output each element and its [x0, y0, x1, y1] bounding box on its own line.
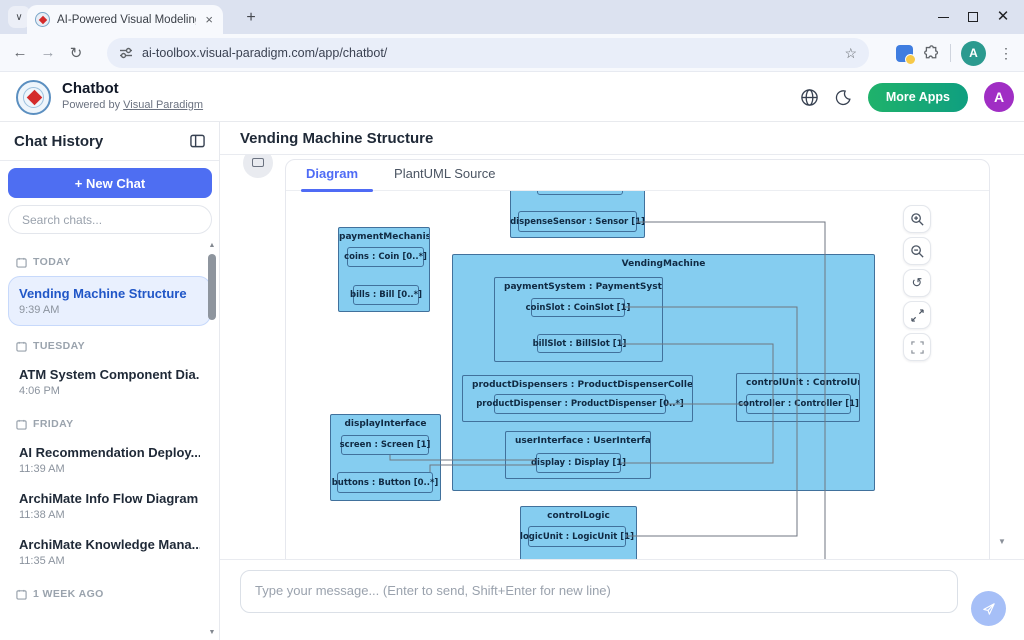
minimize-icon	[938, 17, 949, 18]
uml-title: VendingMachine	[453, 255, 874, 269]
window-minimize-button[interactable]	[928, 3, 958, 31]
user-avatar[interactable]: A	[984, 82, 1014, 112]
scroll-up-icon[interactable]: ▲	[207, 242, 217, 249]
uml-part-controller: controller : Controller [1]	[746, 394, 851, 414]
collapse-sidebar-icon[interactable]	[190, 134, 205, 148]
search-chats-input[interactable]	[8, 205, 212, 234]
sidebar-title: Chat History	[14, 133, 190, 150]
chat-group-label: FRIDAY	[16, 418, 203, 430]
expand-view-button[interactable]	[903, 301, 931, 329]
powered-by-text: Powered by Visual Paradigm	[62, 99, 203, 111]
site-settings-icon	[119, 46, 133, 60]
window-close-button[interactable]: ✕	[988, 3, 1018, 31]
browser-toolbar: ← → ↻ ai-toolbox.visual-paradigm.com/app…	[0, 34, 1024, 72]
dark-mode-moon-icon[interactable]	[835, 89, 852, 106]
maximize-icon	[968, 12, 978, 22]
uml-part-dispensesensor: dispenseSensor : Sensor [1]	[518, 211, 637, 232]
assistant-avatar	[243, 155, 273, 178]
site-favicon-icon	[35, 12, 50, 27]
app-title: Chatbot	[62, 80, 119, 97]
main-area: Vending Machine Structure Diagram PlantU…	[220, 122, 1024, 640]
sidebar-scrollbar[interactable]: ▲ ▼	[207, 242, 217, 636]
chat-message-area: Diagram PlantUML Source dispenseSensor :…	[220, 155, 1024, 559]
message-composer	[220, 559, 1024, 639]
toolbar-separator	[950, 44, 951, 62]
diagram-canvas[interactable]: dispenseSensor : Sensor [1] paymentMecha…	[286, 191, 989, 559]
diagram-panel: Diagram PlantUML Source dispenseSensor :…	[285, 159, 990, 559]
browser-profile-avatar[interactable]: A	[961, 41, 986, 66]
uml-part-buttons: buttons : Button [0..*]	[337, 472, 433, 493]
bot-icon	[252, 158, 264, 167]
language-globe-icon[interactable]	[800, 88, 819, 107]
powered-by-prefix: Powered by	[62, 99, 123, 111]
tab-plantuml-source[interactable]: PlantUML Source	[394, 166, 495, 181]
new-tab-button[interactable]: +	[240, 7, 262, 29]
diagram-zoom-controls: ↺	[903, 205, 931, 361]
chat-history-item[interactable]: ArchiMate Info Flow Diagram11:38 AM	[8, 484, 211, 528]
back-icon[interactable]: ←	[6, 44, 34, 61]
chat-history-item[interactable]: ArchiMate Knowledge Mana...11:35 AM	[8, 530, 211, 574]
reload-icon[interactable]: ↻	[62, 44, 90, 62]
uml-title: productDispensers : ProductDispenserColl…	[463, 376, 692, 390]
chat-history-list: TODAY Vending Machine Structure9:39 AM TUE…	[0, 234, 219, 600]
bookmark-star-icon[interactable]: ☆	[844, 45, 857, 62]
tab-diagram[interactable]: Diagram	[306, 166, 358, 181]
chat-history-item[interactable]: Vending Machine Structure9:39 AM	[8, 276, 211, 326]
new-chat-button[interactable]: + New Chat	[8, 168, 212, 198]
extensions-puzzle-icon[interactable]	[923, 45, 940, 62]
scrollbar-thumb[interactable]	[208, 254, 216, 320]
uml-title: controlUnit : ControlUnit [1]	[737, 374, 859, 388]
uml-title: paymentMechanism	[339, 228, 429, 242]
browser-tab[interactable]: AI-Powered Visual Modeling Ch ×	[27, 5, 223, 34]
uml-title: displayInterface	[331, 415, 440, 429]
uml-part-productdispenser: productDispenser : ProductDispenser [0..…	[494, 394, 666, 414]
visual-paradigm-link[interactable]: Visual Paradigm	[123, 99, 203, 111]
paper-plane-icon	[981, 601, 997, 617]
tab-close-icon[interactable]: ×	[203, 12, 215, 27]
chat-group-label: TUESDAY	[16, 340, 203, 352]
uml-part-screen: screen : Screen [1]	[341, 435, 429, 455]
uml-title: paymentSystem : PaymentSystem [1]	[495, 278, 662, 292]
zoom-out-button[interactable]	[903, 237, 931, 265]
chat-scroll-down-icon[interactable]: ▼	[998, 537, 1006, 546]
url-text: ai-toolbox.visual-paradigm.com/app/chatb…	[142, 46, 835, 60]
address-bar[interactable]: ai-toolbox.visual-paradigm.com/app/chatb…	[107, 38, 869, 68]
message-input[interactable]	[240, 570, 958, 613]
uml-title: controlLogic	[521, 507, 636, 521]
uml-title: userInterface : UserInterface [1]	[506, 432, 650, 446]
uml-part-display: display : Display [1]	[536, 453, 621, 473]
extension-badge-icon[interactable]	[896, 45, 913, 62]
browser-tab-strip: ∨ AI-Powered Visual Modeling Ch × + ✕	[0, 0, 1024, 34]
chat-group-label: TODAY	[16, 256, 203, 268]
uml-part-logicunit: logicUnit : LogicUnit [1]	[528, 526, 626, 547]
forward-icon[interactable]: →	[34, 44, 62, 61]
uml-part-bills: bills : Bill [0..*]	[353, 285, 419, 305]
reset-view-button[interactable]: ↺	[903, 269, 931, 297]
window-maximize-button[interactable]	[958, 3, 988, 31]
chat-history-item[interactable]: ATM System Component Dia...4:06 PM	[8, 360, 211, 404]
conversation-title: Vending Machine Structure	[240, 130, 433, 147]
zoom-in-button[interactable]	[903, 205, 931, 233]
visual-paradigm-logo-icon	[16, 80, 51, 115]
chat-history-sidebar: Chat History + New Chat TODAY Vending Mac…	[0, 122, 220, 640]
app-header: Chatbot Powered by Visual Paradigm More …	[0, 72, 1024, 122]
fullscreen-button[interactable]	[903, 333, 931, 361]
chat-group-label: 1 WEEK AGO	[16, 588, 203, 600]
browser-menu-icon[interactable]: ⋮	[996, 45, 1016, 62]
tab-title: AI-Powered Visual Modeling Ch	[57, 14, 196, 26]
more-apps-button[interactable]: More Apps	[868, 83, 968, 112]
chat-history-item[interactable]: AI Recommendation Deploy...11:39 AM	[8, 438, 211, 482]
uml-part-coinslot: coinSlot : CoinSlot [1]	[531, 298, 625, 317]
uml-part-billslot: billSlot : BillSlot [1]	[537, 334, 622, 353]
scroll-down-icon[interactable]: ▼	[207, 629, 217, 636]
uml-part-coins: coins : Coin [0..*]	[347, 247, 424, 267]
uml-part-partial	[537, 191, 623, 195]
send-button[interactable]	[971, 591, 1006, 626]
